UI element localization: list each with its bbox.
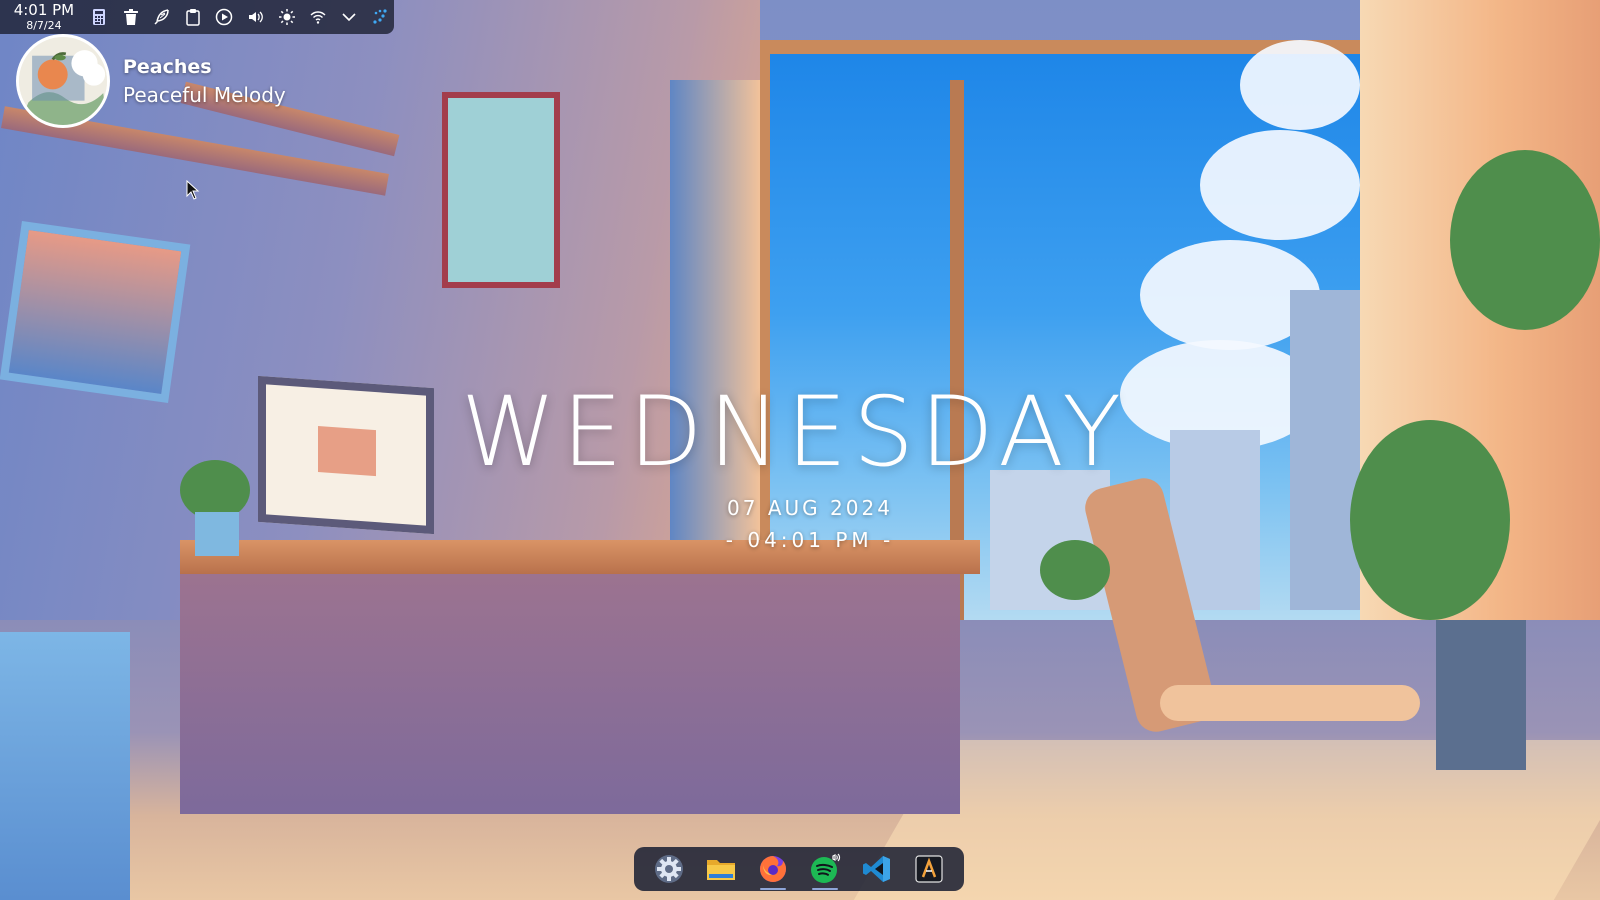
wifi-icon[interactable] bbox=[304, 2, 331, 32]
wallpaper-building bbox=[1290, 290, 1360, 610]
trash-icon[interactable] bbox=[117, 2, 144, 32]
volume-icon[interactable] bbox=[242, 2, 269, 32]
track-artist: Peaceful Melody bbox=[123, 82, 286, 107]
settings-icon[interactable] bbox=[648, 850, 690, 888]
wallpaper-chair-seat bbox=[1160, 685, 1420, 721]
date-label: 07 AUG 2024 bbox=[727, 496, 893, 520]
wallpaper-cloud bbox=[1200, 130, 1360, 240]
track-info: Peaches Peaceful Melody bbox=[123, 56, 286, 107]
weekday-label: WEDNESDAY bbox=[461, 376, 1127, 488]
vscode-icon[interactable] bbox=[856, 850, 898, 888]
feather-icon[interactable] bbox=[148, 2, 175, 32]
wallpaper-plant-pot bbox=[195, 512, 239, 556]
chevron-down-icon[interactable] bbox=[336, 2, 363, 32]
mouse-cursor-icon bbox=[186, 180, 200, 200]
album-art[interactable] bbox=[16, 34, 110, 128]
wallpaper-plant bbox=[1450, 150, 1600, 330]
brightness-icon[interactable] bbox=[273, 2, 300, 32]
wallpaper-cabinet bbox=[0, 632, 130, 900]
wallpaper-plant-pot bbox=[1436, 620, 1526, 770]
app-launcher-icon[interactable] bbox=[367, 2, 394, 32]
dock bbox=[634, 847, 964, 891]
file-manager-icon[interactable] bbox=[700, 850, 742, 888]
panel-clock[interactable]: 4:01 PM 8/7/24 bbox=[6, 1, 82, 32]
wallpaper-picture-frame bbox=[0, 220, 191, 404]
firefox-icon[interactable] bbox=[752, 850, 794, 890]
clock-date: 8/7/24 bbox=[26, 19, 62, 32]
media-player-widget[interactable]: Peaches Peaceful Melody bbox=[16, 34, 286, 128]
wallpaper-plant bbox=[180, 460, 250, 520]
wallpaper-desk-body bbox=[180, 574, 960, 814]
wallpaper-plant bbox=[1350, 420, 1510, 620]
text-editor-icon[interactable] bbox=[908, 850, 950, 888]
time-label: - 04:01 PM - bbox=[725, 528, 895, 552]
track-title: Peaches bbox=[123, 55, 212, 78]
clock-time: 4:01 PM bbox=[13, 1, 75, 19]
calculator-icon[interactable] bbox=[86, 2, 113, 32]
wallpaper-poster bbox=[442, 92, 560, 288]
top-panel: 4:01 PM 8/7/24 bbox=[0, 0, 394, 34]
spotify-icon[interactable] bbox=[804, 850, 846, 890]
clipboard-icon[interactable] bbox=[179, 2, 206, 32]
wallpaper-plant bbox=[1040, 540, 1110, 600]
wallpaper-cloud bbox=[1240, 40, 1360, 130]
media-play-icon[interactable] bbox=[211, 2, 238, 32]
